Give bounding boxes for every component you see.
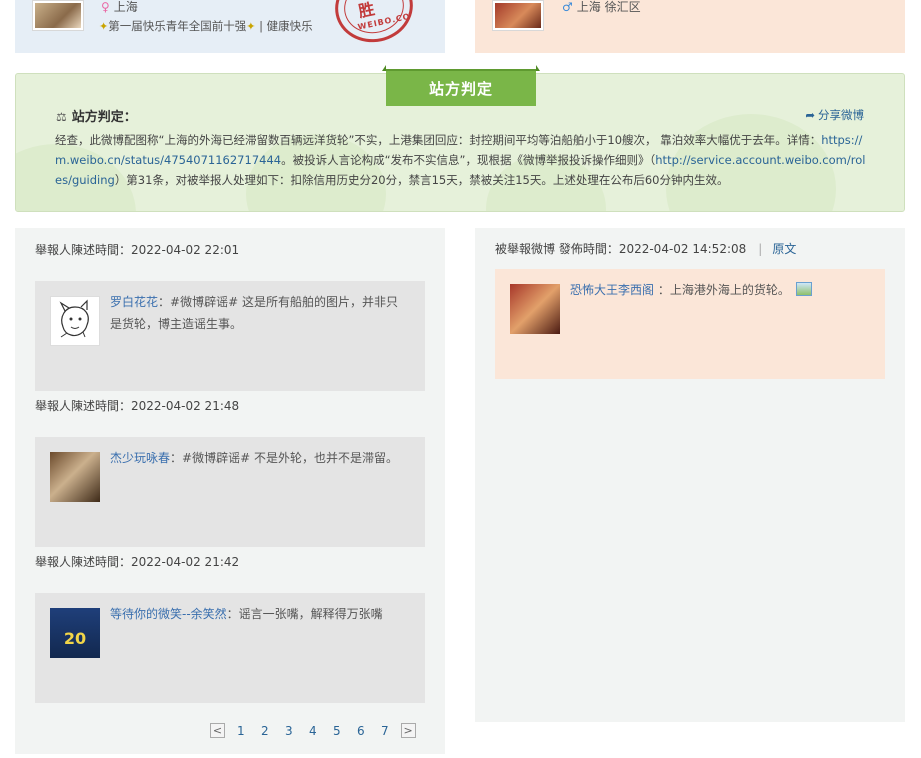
reporter-location: ♀ 上海 (101, 0, 138, 14)
report-card: 20 等待你的微笑--余笑然：谣言一张嘴，解释得万张嘴 (35, 593, 425, 703)
judgement-text: 经查，此微博配图称“上海的外海已经滞留数百辆远洋货轮”不实，上港集团回应：封控期… (55, 133, 866, 187)
reported-post-header: 被舉報微博 發佈時間：2022-04-02 14:52:08 | 原文 (495, 242, 797, 256)
reporter-avatar[interactable] (32, 0, 84, 31)
page-1[interactable]: 1 (229, 724, 253, 738)
male-icon: ♂ (562, 0, 573, 14)
verdict-stamp: 胜 WEIBO.COM (328, 0, 420, 50)
report-content: 等待你的微笑--余笑然：谣言一张嘴，解释得万张嘴 (110, 607, 383, 621)
next-page-button[interactable]: > (400, 723, 416, 738)
page-5[interactable]: 5 (325, 724, 349, 738)
honor-badge-icon: ✦ (246, 20, 256, 33)
original-link[interactable]: 原文 (772, 242, 796, 256)
user-avatar[interactable] (50, 452, 100, 502)
reported-column: 被舉報微博 發佈時間：2022-04-02 14:52:08 | 原文 恐怖大王李西… (475, 228, 905, 722)
pagination: < 1234567 > (210, 723, 416, 741)
report-username[interactable]: 杰少玩咏春 (110, 451, 170, 465)
page-7[interactable]: 7 (373, 724, 397, 738)
reported-location: ♂ 上海 徐汇区 (562, 0, 641, 14)
prev-page-button[interactable]: < (210, 723, 225, 738)
report-card: 杰少玩咏春：#微博辟谣# 不是外轮，也并不是滞留。 (35, 437, 425, 547)
page-2[interactable]: 2 (253, 724, 277, 738)
judgement-title: ⚖ 站方判定： (56, 110, 137, 125)
report-time: 舉報人陳述時間：2022-04-02 21:42 (35, 555, 240, 569)
reported-post-card: 恐怖大王李西阁 ：上海港外海上的货轮。 (495, 269, 885, 379)
report-item: 舉報人陳述時間：2022-04-02 21:42 20 等待你的微笑--余笑然：… (35, 552, 425, 703)
share-weibo-link[interactable]: ➦ 分享微博 (805, 107, 864, 123)
picture-icon[interactable] (795, 282, 812, 296)
reporter-honor: ✦第一届快乐青年全国前十强✦ | 健康快乐 (99, 19, 313, 33)
reporter-column: 舉報人陳述時間：2022-04-02 22:01 罗白花花：#微博辟谣# 这是所… (15, 228, 445, 754)
reported-avatar[interactable] (492, 0, 544, 31)
report-card: 罗白花花：#微博辟谣# 这是所有船舶的图片，并非只是货轮，博主造谣生事。 (35, 281, 425, 391)
report-content: 杰少玩咏春：#微博辟谣# 不是外轮，也并不是滞留。 (110, 451, 398, 465)
reported-user-avatar[interactable] (510, 284, 560, 334)
report-item: 舉報人陳述時間：2022-04-02 21:48 杰少玩咏春：#微博辟谣# 不是… (35, 396, 425, 547)
reported-profile: ♂ 上海 徐汇区 (475, 0, 905, 53)
report-item: 舉報人陳述時間：2022-04-02 22:01 罗白花花：#微博辟谣# 这是所… (35, 240, 425, 391)
page-4[interactable]: 4 (301, 724, 325, 738)
report-username[interactable]: 罗白花花 (110, 295, 158, 309)
report-content: 罗白花花：#微博辟谣# 这是所有船舶的图片，并非只是货轮，博主造谣生事。 (110, 295, 398, 331)
report-time: 舉報人陳述時間：2022-04-02 22:01 (35, 243, 240, 257)
user-avatar[interactable]: 20 (50, 608, 100, 658)
gavel-icon: ⚖ (56, 110, 67, 124)
share-arrow-icon: ➦ (805, 108, 815, 122)
user-avatar[interactable] (50, 296, 100, 346)
reported-username[interactable]: 恐怖大王李西阁 (570, 283, 654, 297)
reporter-profile: ♀ 上海 ✦第一届快乐青年全国前十强✦ | 健康快乐 胜 WEIBO.COM (15, 0, 445, 53)
report-username[interactable]: 等待你的微笑--余笑然 (110, 607, 227, 621)
page-3[interactable]: 3 (277, 724, 301, 738)
reported-post-content: 恐怖大王李西阁 ：上海港外海上的货轮。 (570, 279, 875, 301)
page-6[interactable]: 6 (349, 724, 373, 738)
cartoon-avatar-icon (59, 299, 89, 338)
report-time: 舉報人陳述時間：2022-04-02 21:48 (35, 399, 240, 413)
honor-badge-icon: ✦ (99, 20, 109, 33)
judgement-tab: 站方判定 (382, 65, 540, 106)
female-icon: ♀ (101, 0, 110, 14)
